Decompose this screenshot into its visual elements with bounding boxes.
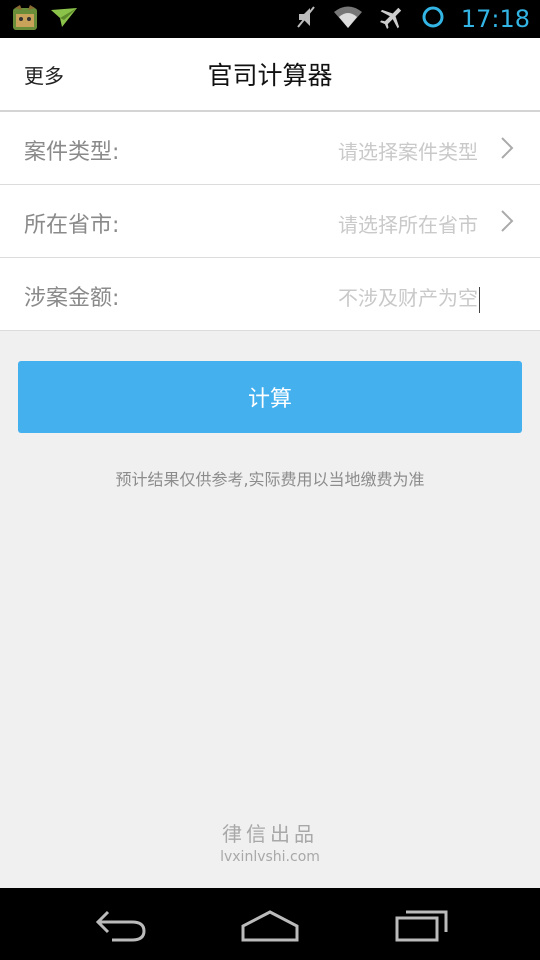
case-type-label: 案件类型:: [24, 140, 120, 165]
disclaimer-text: 预计结果仅供参考,实际费用以当地缴费为准: [115, 470, 425, 489]
amount-label: 涉案金额:: [24, 286, 120, 311]
province-city-row[interactable]: 所在省市: 请选择所在省市: [0, 185, 540, 258]
wifi-icon: [333, 5, 363, 33]
amount-placeholder: 不涉及财产为空: [338, 286, 478, 310]
amount-row[interactable]: 涉案金额: 不涉及财产为空: [0, 258, 540, 331]
send-notification-icon: [50, 7, 78, 33]
loading-ring-icon: [421, 5, 445, 33]
mute-icon: [295, 5, 317, 33]
airplane-icon: [379, 4, 405, 34]
amount-input[interactable]: 不涉及财产为空: [338, 282, 480, 313]
recent-apps-icon[interactable]: [394, 904, 450, 948]
calculate-button[interactable]: 计算: [18, 361, 522, 433]
title-bar: 更多 官司计算器: [0, 38, 540, 112]
back-icon[interactable]: [92, 904, 148, 948]
chevron-right-icon: [500, 209, 514, 237]
chevron-right-icon: [500, 136, 514, 164]
navigation-bar: [0, 888, 540, 960]
province-city-select[interactable]: 请选择所在省市: [338, 209, 478, 238]
app-notification-icon: [12, 5, 38, 35]
clock: 17:18: [460, 5, 530, 33]
brand-name: 律信出品: [222, 822, 318, 846]
calculator-form: 案件类型: 请选择案件类型 所在省市: 请选择所在省市 涉案金额: 不涉及财产为…: [0, 112, 540, 331]
home-icon[interactable]: [240, 904, 300, 948]
brand-url: lvxinlvshi.com: [220, 849, 320, 865]
status-bar: 17:18: [0, 0, 540, 38]
province-city-label: 所在省市:: [24, 213, 120, 238]
case-type-row[interactable]: 案件类型: 请选择案件类型: [0, 112, 540, 185]
page-title: 官司计算器: [207, 61, 333, 90]
case-type-select[interactable]: 请选择案件类型: [338, 136, 478, 165]
brand-footer: 律信出品 lvxinlvshi.com: [0, 818, 540, 865]
text-cursor: [479, 286, 480, 313]
